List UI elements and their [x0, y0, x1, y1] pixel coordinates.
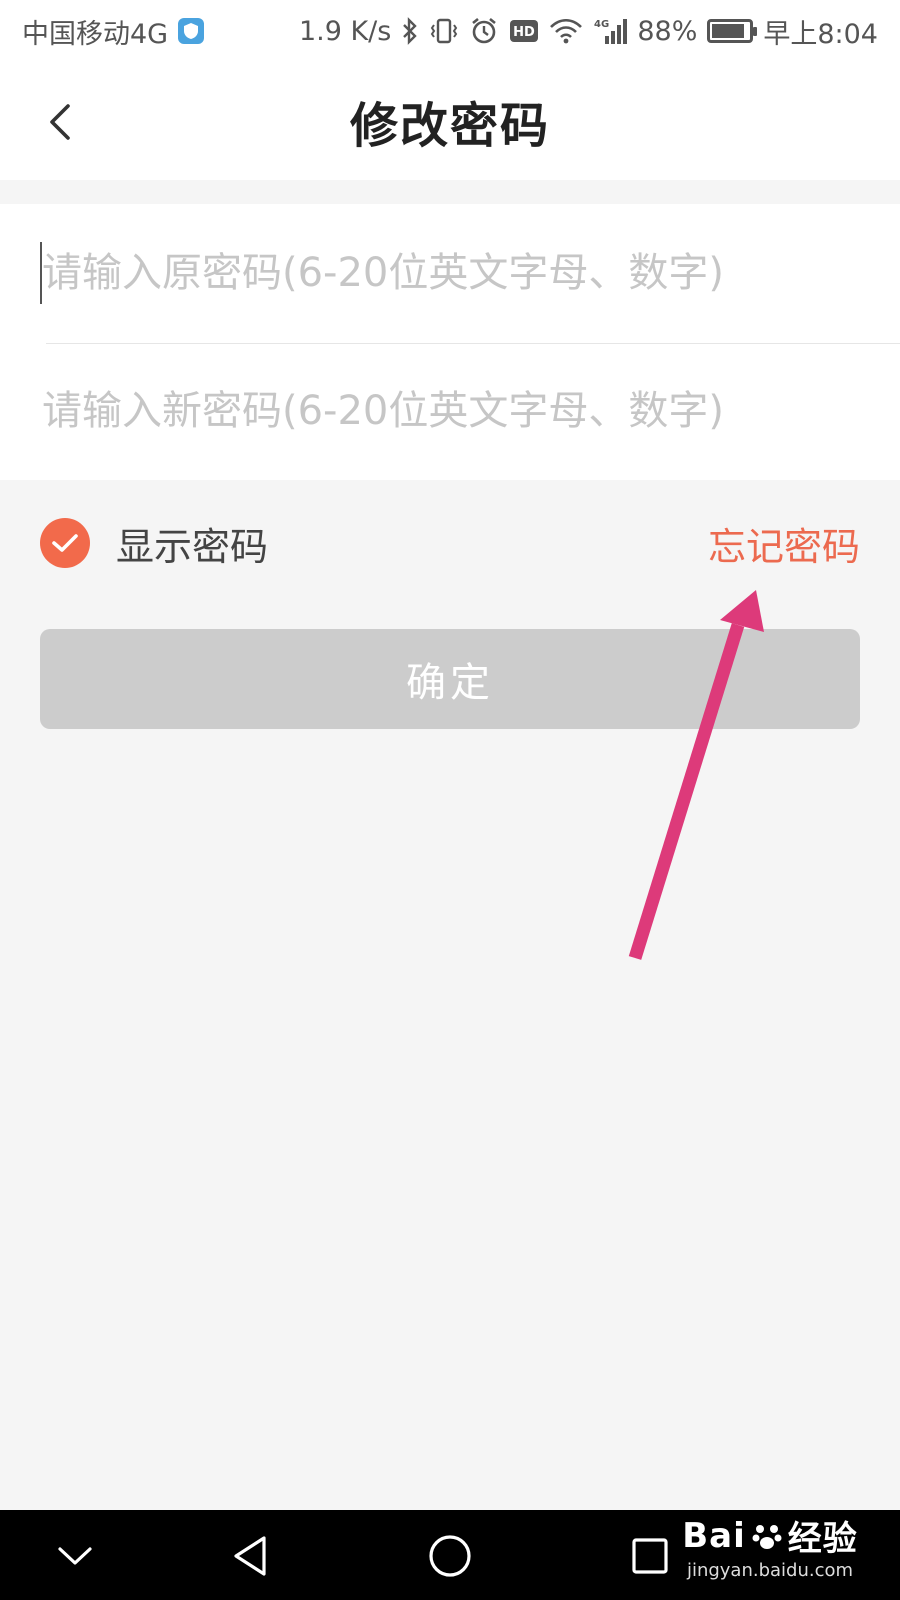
- chevron-left-icon: [50, 104, 70, 140]
- battery-icon: [707, 19, 758, 43]
- options-row: 显示密码 忘记密码: [40, 508, 860, 578]
- back-button[interactable]: [38, 98, 82, 146]
- carrier-label: 中国移动4G: [22, 18, 169, 50]
- watermark-logo: Bai 经验: [682, 1511, 858, 1560]
- battery-fill: [712, 24, 745, 38]
- home-circle-icon[interactable]: [420, 1528, 480, 1584]
- recents-square-icon[interactable]: [620, 1528, 680, 1584]
- paw-icon: [752, 1524, 782, 1549]
- show-password-label: 显示密码: [116, 524, 269, 569]
- new-password-input[interactable]: [40, 388, 900, 434]
- svg-text:HD: HD: [514, 25, 536, 40]
- bluetooth-icon: [401, 17, 419, 45]
- alarm-icon: [469, 16, 499, 46]
- shield-icon: [178, 18, 205, 44]
- net-speed: 1.9 K/s: [298, 15, 392, 47]
- forgot-password-link[interactable]: 忘记密码: [708, 516, 860, 571]
- baidu-watermark: Bai 经验 jingyan.baidu.com: [680, 1506, 860, 1586]
- status-right: 1.9 K/s HD 4G 88% 早上8:04: [299, 12, 878, 51]
- password-form: [0, 204, 900, 480]
- new-password-row: [40, 342, 900, 480]
- old-password-row: [40, 204, 900, 342]
- text-caret: [40, 242, 42, 304]
- chevron-down-icon[interactable]: [45, 1528, 105, 1584]
- header: 修改密码: [0, 62, 900, 180]
- watermark-url: jingyan.baidu.com: [686, 1560, 854, 1581]
- vibrate-icon: [429, 17, 459, 45]
- status-left: 中国移动4G: [22, 12, 205, 51]
- field-divider: [46, 343, 900, 344]
- confirm-button[interactable]: 确定: [40, 629, 860, 729]
- page-title: 修改密码: [349, 98, 550, 154]
- show-password-toggle[interactable]: 显示密码: [40, 516, 268, 571]
- status-bar: 中国移动4G 1.9 K/s HD 4G 88% 早上8:04: [0, 0, 900, 62]
- watermark-logo-text: Bai: [682, 1515, 746, 1556]
- status-time: 早上8:04: [763, 18, 878, 50]
- old-password-input[interactable]: [40, 250, 900, 296]
- svg-text:4G: 4G: [594, 19, 609, 30]
- checkmark-icon[interactable]: [40, 518, 90, 568]
- battery-percent: 88%: [637, 15, 698, 47]
- signal-icon: 4G: [593, 16, 628, 46]
- hd-icon: HD: [509, 19, 539, 43]
- wifi-icon: [549, 17, 583, 45]
- back-triangle-icon[interactable]: [220, 1528, 280, 1584]
- watermark-logo-suffix: 经验: [787, 1519, 858, 1559]
